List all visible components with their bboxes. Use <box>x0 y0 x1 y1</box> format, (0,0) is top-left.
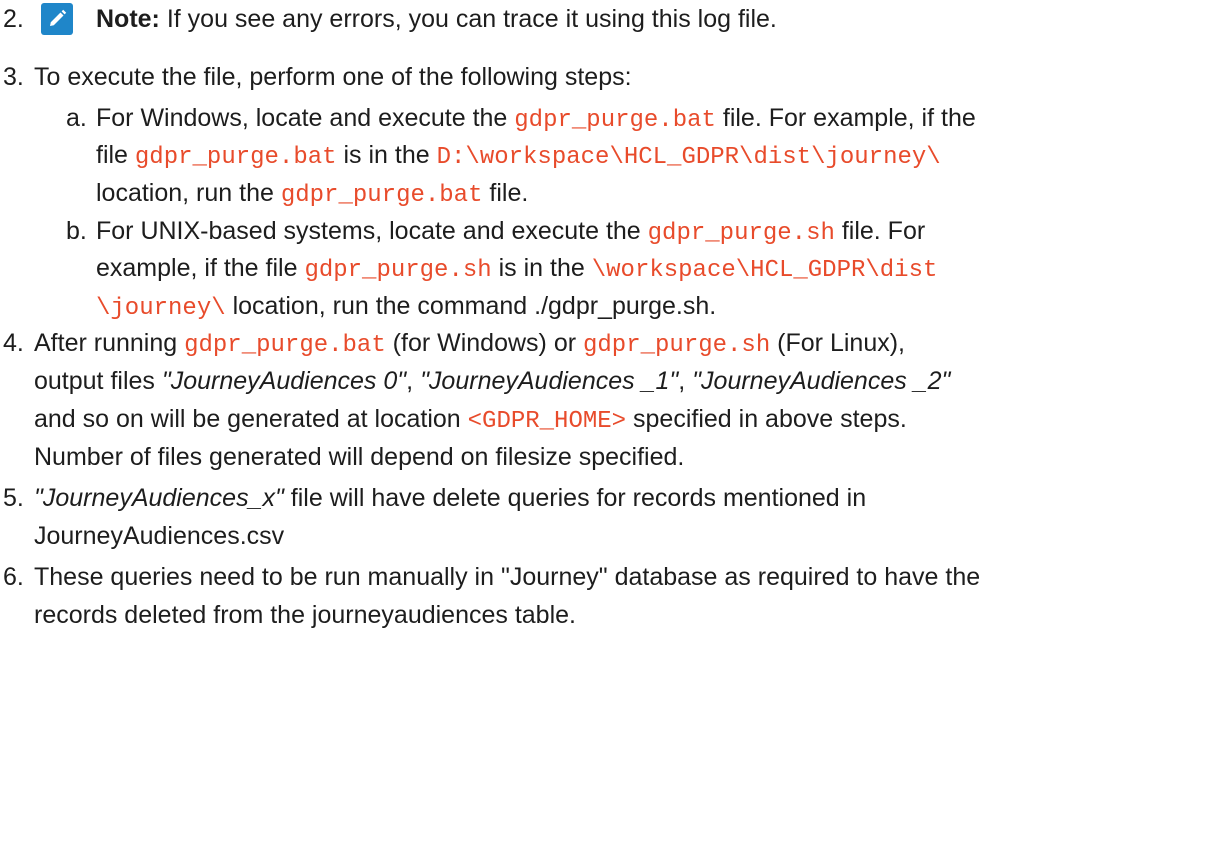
text-span: specified in above steps. <box>626 405 907 433</box>
substep-a-line-3: location, run the gdpr_purge.bat file. <box>96 174 528 215</box>
step5-line-1: "JourneyAudiences_x" file will have dele… <box>34 479 866 517</box>
step-number-3: 3. <box>3 63 24 91</box>
step4-line-4: Number of files generated will depend on… <box>34 443 685 471</box>
substep-b-line-1: For UNIX-based systems, locate and execu… <box>96 212 925 253</box>
step-number-6: 6. <box>3 563 24 591</box>
text-span: location, run the <box>96 179 281 207</box>
text-span: file. For example, if the <box>715 104 976 132</box>
substep-letter-a: a. <box>66 104 87 132</box>
step6-line-1: These queries need to be run manually in… <box>34 563 981 591</box>
pencil-note-icon <box>41 3 73 35</box>
step-number-5: 5. <box>3 484 24 512</box>
text-span: For Windows, locate and execute the <box>96 104 515 132</box>
text-span: output files <box>34 367 162 395</box>
output-file-name: "JourneyAudiences _2" <box>692 367 951 395</box>
text-span: , <box>678 367 693 395</box>
note-text: If you see any errors, you can trace it … <box>159 5 777 33</box>
code-filename: gdpr_purge.bat <box>280 182 483 209</box>
text-span: file. For <box>834 217 926 245</box>
text-span: After running <box>34 329 185 357</box>
output-file-name: "JourneyAudiences_x" <box>34 484 284 512</box>
step4-line-1: After running gdpr_purge.bat (for Window… <box>34 324 905 365</box>
text-span: For UNIX-based systems, locate and execu… <box>96 217 648 245</box>
code-filename: gdpr_purge.sh <box>583 332 771 359</box>
text-span: is in the <box>336 141 437 169</box>
code-filename: gdpr_purge.sh <box>304 257 492 284</box>
text-span: example, if the file <box>96 254 305 282</box>
code-path: \journey\ <box>96 295 226 322</box>
step-number-2: 2. <box>3 5 24 33</box>
substep-b-line-3: \journey\ location, run the command ./gd… <box>96 287 716 328</box>
text-span: file will have delete queries for record… <box>283 484 867 512</box>
output-file-name: "JourneyAudiences 0" <box>161 367 407 395</box>
text-span: (For Linux), <box>770 329 905 357</box>
substep-b-line-2: example, if the file gdpr_purge.sh is in… <box>96 249 937 290</box>
code-filename: gdpr_purge.bat <box>514 107 716 134</box>
substep-a-line-2: file gdpr_purge.bat is in the D:\workspa… <box>96 136 941 177</box>
output-file-name: "JourneyAudiences _1" <box>420 367 679 395</box>
note-paragraph: Note: If you see any errors, you can tra… <box>96 0 777 38</box>
step4-line-3: and so on will be generated at location … <box>34 400 907 441</box>
text-span: is in the <box>491 254 592 282</box>
code-filename: gdpr_purge.bat <box>134 144 337 171</box>
text-span: (for Windows) or <box>385 329 583 357</box>
step4-line-2: output files "JourneyAudiences 0", "Jour… <box>34 362 950 400</box>
step5-line-2: JourneyAudiences.csv <box>34 522 285 550</box>
text-span: , <box>406 367 421 395</box>
code-filename: gdpr_purge.sh <box>647 220 835 247</box>
code-path: \workspace\HCL_GDPR\dist <box>591 257 938 284</box>
text-span: file. <box>482 179 529 207</box>
substep-letter-b: b. <box>66 217 87 245</box>
step6-line-2: records deleted from the journeyaudience… <box>34 601 576 629</box>
code-path: D:\workspace\HCL_GDPR\dist\journey\ <box>436 144 941 171</box>
note-label: Note: <box>96 5 160 33</box>
code-placeholder: <GDPR_HOME> <box>467 408 627 435</box>
step-number-4: 4. <box>3 329 24 357</box>
text-span: location, run the command ./gdpr_purge.s… <box>225 292 717 320</box>
text-span: file <box>96 141 135 169</box>
text-span: and so on will be generated at location <box>34 405 468 433</box>
substep-a-line-1: For Windows, locate and execute the gdpr… <box>96 99 976 140</box>
code-filename: gdpr_purge.bat <box>184 332 386 359</box>
step3-intro: To execute the file, perform one of the … <box>34 63 632 91</box>
